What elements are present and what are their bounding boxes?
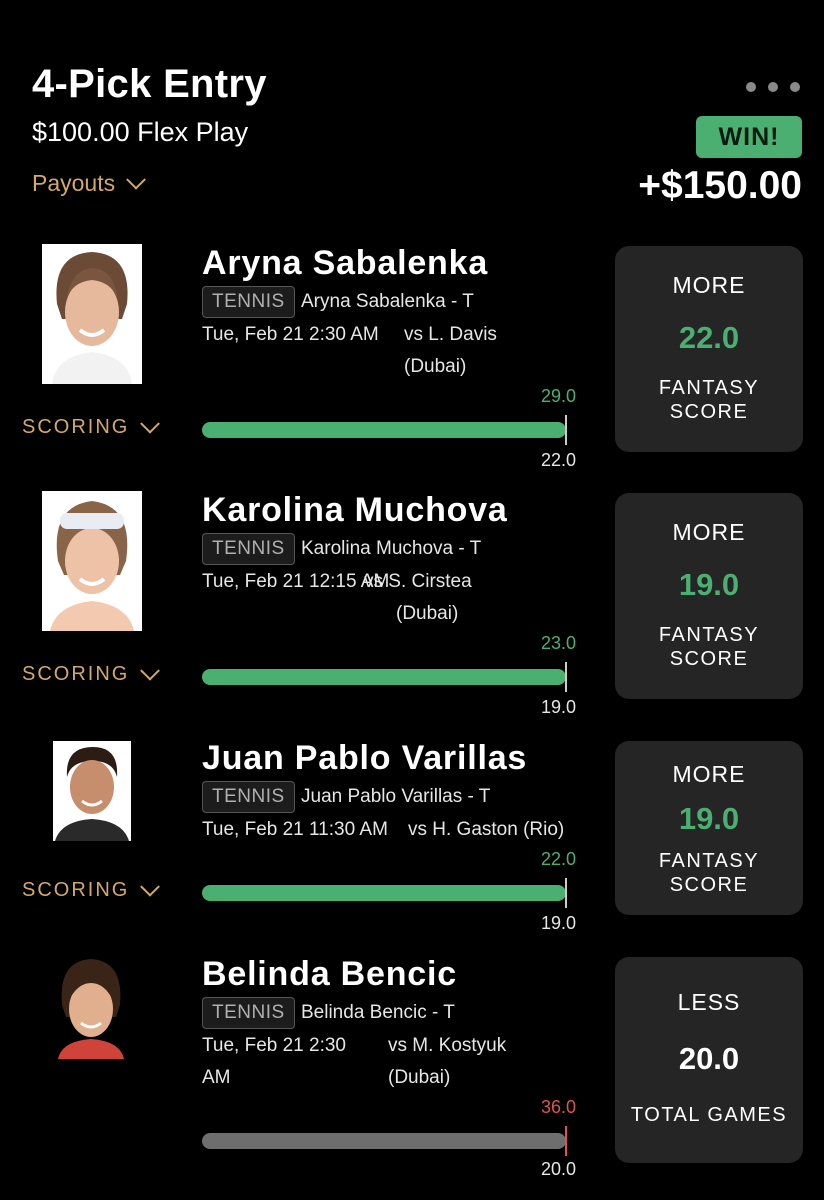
actual-value: 23.0: [540, 633, 576, 653]
market-label: Aryna Sabalenka - T: [301, 291, 474, 312]
pick-card[interactable]: MORE 19.0 FANTASY SCORE: [615, 741, 803, 915]
entry-title: 4-Pick Entry: [32, 62, 267, 106]
pick-direction: MORE: [672, 272, 746, 298]
game-time-line2: AM: [202, 1067, 231, 1088]
pick-line: 20.0: [678, 1041, 740, 1076]
game-time: Tue, Feb 21 11:30 AM: [202, 819, 388, 840]
pick-direction: LESS: [677, 989, 741, 1015]
game-time: Tue, Feb 21 2:30: [202, 1035, 347, 1056]
market-label: Belinda Bencic - T: [301, 1002, 455, 1023]
stat-type: FANTASY SCORE: [615, 376, 803, 424]
player-name: Karolina Muchova: [202, 491, 508, 529]
player-photo-icon: [42, 244, 142, 384]
player-name: Belinda Bencic: [202, 955, 457, 993]
progress-bar: [202, 422, 566, 438]
game-location: (Dubai): [388, 1067, 451, 1088]
stat-type-line: FANTASY: [658, 850, 760, 872]
chevron-down-icon: [126, 169, 147, 190]
pick-line: 19.0: [678, 567, 740, 602]
stat-type: FANTASY SCORE: [615, 849, 803, 897]
dot-icon: [746, 82, 756, 92]
sport-tag: TENNIS: [202, 533, 295, 565]
stat-type-line: SCORE: [669, 648, 749, 670]
player-photo: [42, 244, 142, 384]
scoring-label: SCORING: [22, 416, 130, 438]
stat-type-line: FANTASY: [658, 624, 760, 646]
player-photo-icon: [52, 955, 130, 1059]
stat-type-line: SCORE: [669, 874, 749, 896]
player-photo-icon: [53, 741, 131, 841]
result-badge: WIN!: [696, 116, 802, 158]
player-photo: [53, 741, 131, 841]
actual-value: 29.0: [540, 386, 576, 406]
line-value: 19.0: [540, 697, 576, 717]
pick-line: 19.0: [678, 801, 740, 836]
payouts-toggle[interactable]: Payouts: [32, 169, 147, 197]
chevron-down-icon: [140, 660, 161, 681]
game-opponent: vs H. Gaston (Rio): [408, 819, 565, 840]
more-options-button[interactable]: [746, 82, 800, 92]
pick-direction: MORE: [672, 761, 746, 787]
progress-bar: [202, 1133, 566, 1149]
dot-icon: [768, 82, 778, 92]
pick-card[interactable]: MORE 19.0 FANTASY SCORE: [615, 493, 803, 699]
market-label: Juan Pablo Varillas - T: [301, 786, 491, 807]
sport-tag: TENNIS: [202, 997, 295, 1029]
progress-bar: [202, 885, 566, 901]
scoring-label: SCORING: [22, 879, 130, 901]
sport-tag: TENNIS: [202, 286, 295, 318]
game-time: Tue, Feb 21 12:15 AM: [202, 571, 390, 592]
scoring-toggle[interactable]: SCORING: [22, 876, 161, 902]
line-value: 19.0: [540, 913, 576, 933]
line-marker: [565, 662, 567, 692]
sport-tag: TENNIS: [202, 781, 295, 813]
player-photo: [52, 955, 130, 1059]
stat-type: FANTASY SCORE: [615, 623, 803, 671]
player-photo-icon: [42, 491, 142, 631]
game-opponent: vs L. Davis: [404, 324, 497, 345]
stat-type-line: TOTAL GAMES: [630, 1104, 788, 1126]
result-amount: +$150.00: [638, 164, 802, 207]
scoring-label: SCORING: [22, 663, 130, 685]
pick-line: 22.0: [678, 320, 740, 355]
dot-icon: [790, 82, 800, 92]
player-photo: [42, 491, 142, 631]
scoring-toggle[interactable]: SCORING: [22, 413, 161, 439]
line-marker: [565, 415, 567, 445]
scoring-toggle[interactable]: SCORING: [22, 660, 161, 686]
line-value: 22.0: [540, 450, 576, 470]
game-location: (Dubai): [404, 356, 467, 377]
actual-value: 36.0: [540, 1097, 576, 1117]
entry-subtitle: $100.00 Flex Play: [32, 117, 249, 147]
line-marker: [565, 1126, 567, 1156]
game-time: Tue, Feb 21 2:30 AM: [202, 324, 379, 345]
market-label: Karolina Muchova - T: [301, 538, 482, 559]
stat-type-line: FANTASY: [658, 377, 760, 399]
game-location: (Dubai): [396, 603, 459, 624]
chevron-down-icon: [140, 876, 161, 897]
payouts-label: Payouts: [32, 170, 116, 196]
player-name: Juan Pablo Varillas: [202, 739, 528, 777]
stat-type-line: SCORE: [669, 401, 749, 423]
progress-bar: [202, 669, 566, 685]
game-opponent: vs S. Cirstea: [364, 571, 472, 592]
game-opponent: vs M. Kostyuk: [388, 1035, 507, 1056]
line-value: 20.0: [540, 1159, 576, 1179]
pick-card[interactable]: LESS 20.0 TOTAL GAMES: [615, 957, 803, 1163]
actual-value: 22.0: [540, 849, 576, 869]
chevron-down-icon: [140, 413, 161, 434]
pick-direction: MORE: [672, 519, 746, 545]
pick-card[interactable]: MORE 22.0 FANTASY SCORE: [615, 246, 803, 452]
player-name: Aryna Sabalenka: [202, 244, 489, 282]
line-marker: [565, 878, 567, 908]
stat-type: TOTAL GAMES: [615, 1103, 803, 1127]
